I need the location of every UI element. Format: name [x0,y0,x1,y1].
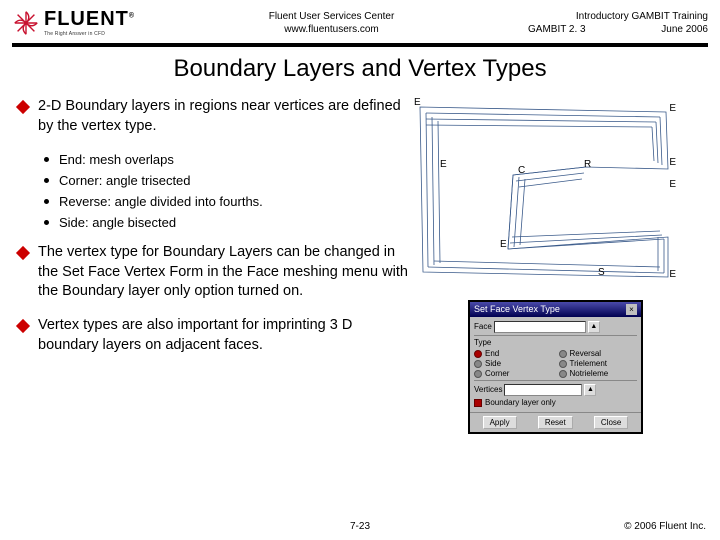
set-face-vertex-dialog: Set Face Vertex Type × Face ▲ Type End R… [468,300,643,434]
sub-bullet-2: Corner: angle trisected [59,171,191,192]
diagram-label-e: E [414,97,421,108]
reset-button[interactable]: Reset [538,416,573,429]
bullet-2: The vertex type for Boundary Layers can … [38,243,408,302]
sub-bullet-1: End: mesh overlaps [59,150,174,171]
dialog-title-text: Set Face Vertex Type [474,304,560,315]
page-number: 7-23 [350,521,370,532]
slide-header: FLUENT® The Right Answer in CFD Fluent U… [0,0,720,41]
opt-side: Side [485,359,501,368]
header-center-line1: Fluent User Services Center [135,10,528,23]
opt-reversal: Reversal [570,349,602,358]
slide-title: Boundary Layers and Vertex Types [0,55,720,83]
checkbox-icon[interactable] [474,399,482,407]
header-right-date: June 2006 [661,24,708,35]
logo-word: FLUENT [44,8,129,30]
boundary-layer-only-label: Boundary layer only [485,398,556,407]
header-center-line2: www.fluentusers.com [135,23,528,36]
up-arrow-icon[interactable]: ▲ [588,321,600,333]
mesh-diagram: E E E E E E E C R S [408,97,678,292]
opt-end: End [485,349,499,358]
sub-bullet-3: Reverse: angle divided into fourths. [59,192,263,213]
diagram-label-e: E [669,157,676,168]
diamond-bullet-icon [16,246,30,260]
header-right: Introductory GAMBIT Training GAMBIT 2. 3… [528,8,708,36]
diamond-bullet-icon [16,319,30,333]
diagram-label-e: E [669,103,676,114]
radio-icon[interactable] [474,370,482,378]
opt-corner: Corner [485,369,509,378]
radio-icon[interactable] [559,370,567,378]
radio-icon[interactable] [559,360,567,368]
diagram-label-e: E [669,269,676,280]
dot-bullet-icon [44,199,49,204]
face-label: Face [474,322,492,331]
up-arrow-icon[interactable]: ▲ [584,384,596,396]
vertices-field[interactable] [504,384,582,396]
text-column: 2-D Boundary layers in regions near vert… [18,97,408,434]
apply-button[interactable]: Apply [483,416,517,429]
sub-bullet-4: Side: angle bisected [59,213,176,234]
figure-column: E E E E E E E C R S Set Face Vertex Type… [408,97,688,434]
fluent-logo-icon [12,9,40,37]
copyright: © 2006 Fluent Inc. [624,521,706,532]
bullet-1: 2-D Boundary layers in regions near vert… [38,97,408,136]
radio-icon[interactable] [559,350,567,358]
diagram-label-e: E [440,159,447,170]
bullet-3: Vertex types are also important for impr… [38,316,408,355]
opt-notrielement: Notrieleme [570,369,609,378]
diagram-label-e: E [669,179,676,190]
header-right-line1: Introductory GAMBIT Training [528,10,708,23]
dot-bullet-icon [44,178,49,183]
slide-footer: 7-23 © 2006 Fluent Inc. [0,521,720,532]
header-right-version: GAMBIT 2. 3 [528,23,586,36]
diagram-label-c: C [518,165,525,176]
diamond-bullet-icon [16,100,30,114]
dot-bullet-icon [44,157,49,162]
radio-icon[interactable] [474,350,482,358]
header-center: Fluent User Services Center www.fluentus… [135,8,528,36]
diagram-label-e: E [500,239,507,250]
diagram-label-s: S [598,267,605,278]
vertices-label: Vertices [474,385,502,394]
dialog-titlebar: Set Face Vertex Type × [470,302,641,317]
opt-trielement: Trielement [570,359,608,368]
header-rule [12,43,708,47]
face-field[interactable] [494,321,586,333]
logo-tagline: The Right Answer in CFD [44,31,135,37]
logo: FLUENT® The Right Answer in CFD [12,8,135,37]
diagram-label-r: R [584,159,591,170]
radio-icon[interactable] [474,360,482,368]
type-label: Type [474,338,637,347]
dot-bullet-icon [44,220,49,225]
close-button[interactable]: Close [594,416,628,429]
close-icon[interactable]: × [626,304,637,315]
